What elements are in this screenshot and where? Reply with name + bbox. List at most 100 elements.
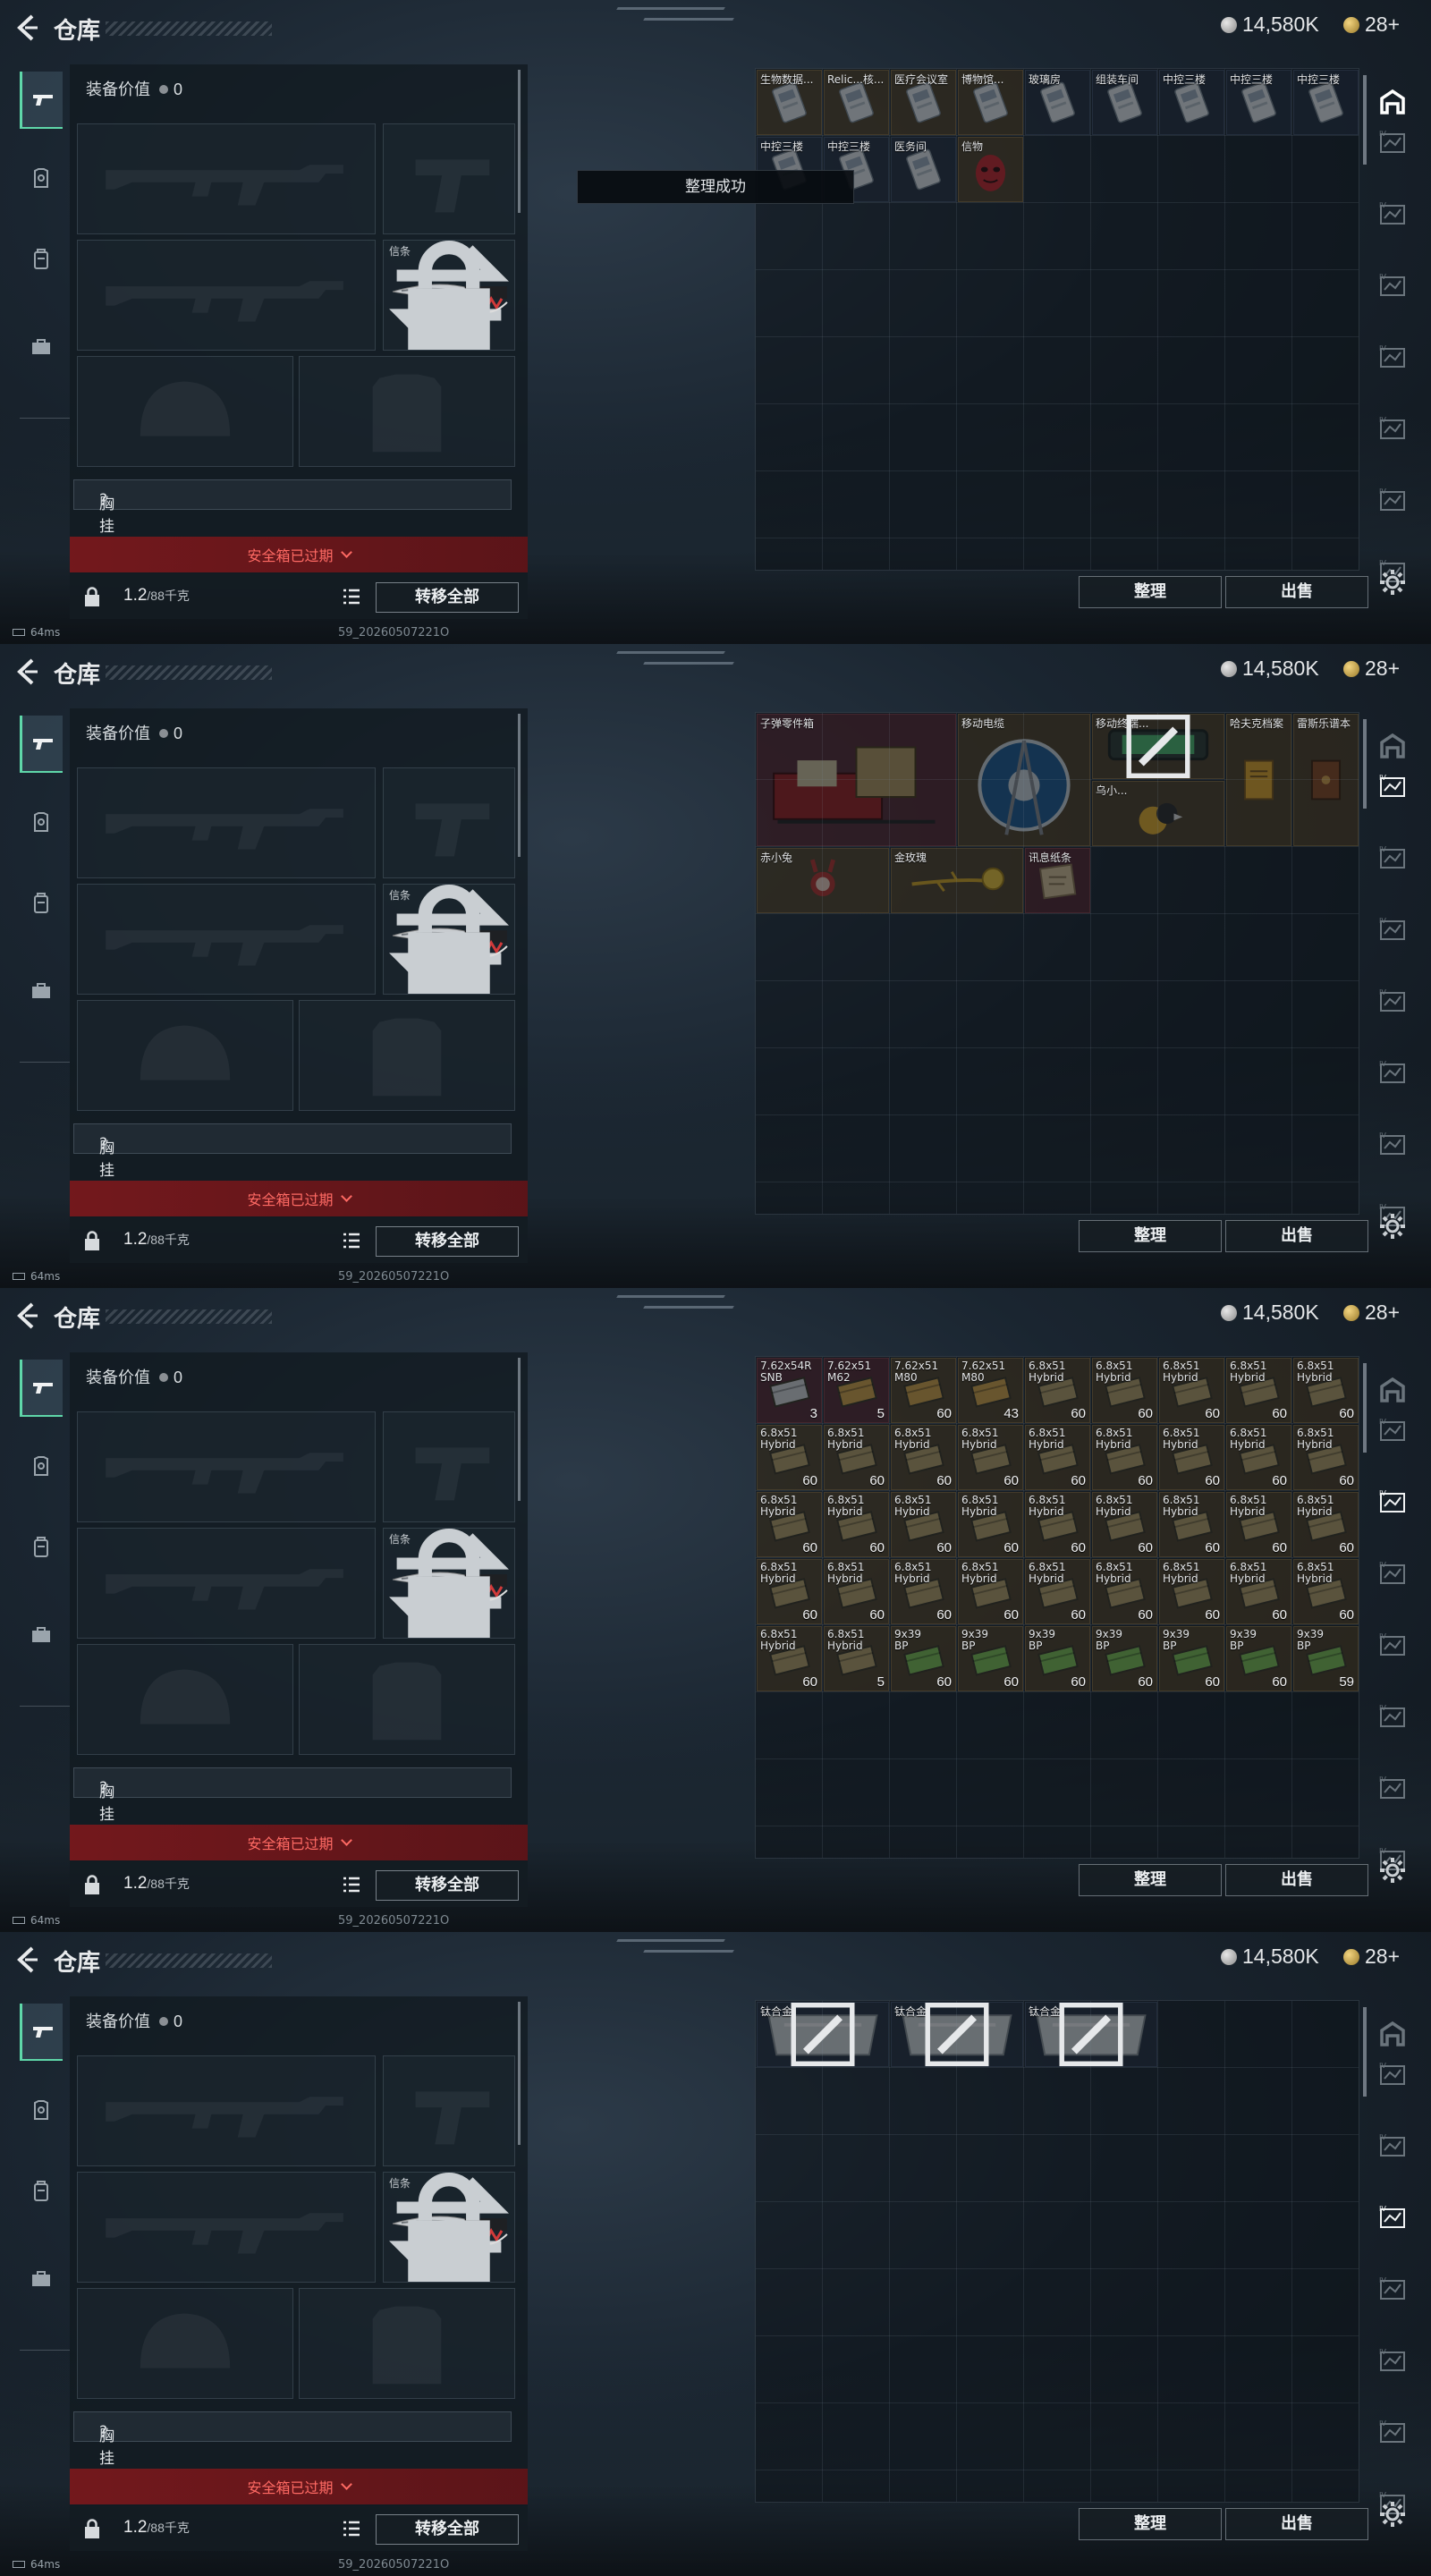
melee-slot[interactable]: 信条 [383, 884, 515, 995]
helmet-slot[interactable] [77, 1644, 293, 1755]
equipment-scrollbar[interactable] [518, 1358, 521, 1501]
tab-storage-page-5[interactable]: IV [1374, 2345, 1411, 2379]
settings-gear-icon[interactable] [1377, 1211, 1408, 1241]
tab-all-items[interactable] [1374, 1374, 1411, 1408]
safe-box-expired-bar[interactable]: 安全箱已过期 [70, 537, 528, 572]
warehouse-scrollbar[interactable] [1363, 2007, 1367, 2097]
tab-storage-page-4[interactable]: IV [1374, 342, 1411, 376]
move-all-button[interactable]: 转移全部 [376, 1870, 519, 1901]
tab-storage-page-6[interactable]: IV [1374, 485, 1411, 519]
tab-armor[interactable] [20, 1438, 63, 1496]
tab-case[interactable] [20, 1606, 63, 1664]
safe-box-expired-bar[interactable]: 安全箱已过期 [70, 1181, 528, 1216]
tab-storage-page-5[interactable]: IV [1374, 1057, 1411, 1091]
tab-storage-page-1[interactable]: IV [1374, 127, 1411, 161]
tab-storage-page-2[interactable]: IV [1374, 199, 1411, 233]
body-armor-slot[interactable] [299, 356, 515, 467]
tab-all-items[interactable] [1374, 86, 1411, 120]
tab-case[interactable] [20, 318, 63, 376]
tab-backpack[interactable] [20, 1519, 63, 1576]
equipment-scrollbar[interactable] [518, 714, 521, 857]
back-button[interactable] [13, 1301, 39, 1331]
tab-all-items[interactable] [1374, 730, 1411, 764]
tab-backpack[interactable] [20, 231, 63, 288]
sort-button[interactable]: 整理 [1079, 2508, 1222, 2540]
chest-rig-slot[interactable]: 胸挂 ? [73, 1123, 512, 1180]
sidearm-slot[interactable] [383, 2055, 515, 2166]
list-view-icon[interactable] [340, 2517, 363, 2540]
chest-rig-slot[interactable]: 胸挂 ? [73, 1767, 512, 1824]
tab-backpack[interactable] [20, 2163, 63, 2220]
tab-storage-page-3[interactable]: IV [1374, 270, 1411, 304]
tab-storage-page-5[interactable]: IV [1374, 413, 1411, 447]
tab-weapons[interactable] [20, 72, 63, 129]
tab-storage-page-2[interactable]: IV [1374, 1487, 1411, 1521]
melee-slot[interactable]: 信条 [383, 1528, 515, 1639]
tab-storage-page-3[interactable]: IV [1374, 914, 1411, 948]
tab-storage-page-6[interactable]: IV [1374, 1129, 1411, 1163]
tab-storage-page-4[interactable]: IV [1374, 986, 1411, 1020]
sell-button[interactable]: 出售 [1225, 1220, 1368, 1252]
back-button[interactable] [13, 1945, 39, 1975]
tab-armor[interactable] [20, 150, 63, 208]
list-view-icon[interactable] [340, 1873, 363, 1896]
tab-storage-page-6[interactable]: IV [1374, 2417, 1411, 2451]
sell-button[interactable]: 出售 [1225, 2508, 1368, 2540]
move-all-button[interactable]: 转移全部 [376, 1226, 519, 1257]
safe-box-expired-bar[interactable]: 安全箱已过期 [70, 2469, 528, 2504]
helmet-slot[interactable] [77, 356, 293, 467]
body-armor-slot[interactable] [299, 2288, 515, 2399]
tab-case[interactable] [20, 2250, 63, 2308]
back-button[interactable] [13, 657, 39, 687]
tab-storage-page-2[interactable]: IV [1374, 843, 1411, 877]
primary-weapon-slot[interactable] [77, 767, 376, 878]
tab-weapons[interactable] [20, 716, 63, 773]
warehouse-scrollbar[interactable] [1363, 75, 1367, 165]
melee-slot[interactable]: 信条 [383, 240, 515, 351]
sort-button[interactable]: 整理 [1079, 1220, 1222, 1252]
move-all-button[interactable]: 转移全部 [376, 2514, 519, 2545]
settings-gear-icon[interactable] [1377, 567, 1408, 597]
list-view-icon[interactable] [340, 1229, 363, 1252]
sort-button[interactable]: 整理 [1079, 576, 1222, 608]
sidearm-slot[interactable] [383, 767, 515, 878]
safe-box-expired-bar[interactable]: 安全箱已过期 [70, 1825, 528, 1860]
tab-storage-page-3[interactable]: IV [1374, 1558, 1411, 1592]
inventory-item[interactable]: 钛合金 [1025, 2002, 1157, 2067]
inventory-item[interactable]: 移动终端... [1092, 714, 1224, 779]
settings-gear-icon[interactable] [1377, 1855, 1408, 1885]
sell-button[interactable]: 出售 [1225, 1864, 1368, 1896]
tab-armor[interactable] [20, 794, 63, 852]
inventory-item[interactable]: 钛合金 [757, 2002, 889, 2067]
tab-weapons[interactable] [20, 1360, 63, 1417]
warehouse-scrollbar[interactable] [1363, 1363, 1367, 1453]
primary-weapon-slot[interactable] [77, 1411, 376, 1522]
chest-rig-slot[interactable]: 胸挂 ? [73, 2411, 512, 2468]
inventory-item[interactable]: 钛合金 [891, 2002, 1023, 2067]
secondary-weapon-slot[interactable] [77, 240, 376, 351]
sidearm-slot[interactable] [383, 123, 515, 234]
primary-weapon-slot[interactable] [77, 123, 376, 234]
helmet-slot[interactable] [77, 1000, 293, 1111]
chest-rig-slot[interactable]: 胸挂 ? [73, 479, 512, 536]
move-all-button[interactable]: 转移全部 [376, 582, 519, 613]
tab-storage-page-1[interactable]: IV [1374, 1415, 1411, 1449]
secondary-weapon-slot[interactable] [77, 1528, 376, 1639]
helmet-slot[interactable] [77, 2288, 293, 2399]
equipment-scrollbar[interactable] [518, 2002, 521, 2145]
tab-storage-page-5[interactable]: IV [1374, 1701, 1411, 1735]
tab-all-items[interactable] [1374, 2018, 1411, 2052]
list-view-icon[interactable] [340, 585, 363, 608]
tab-storage-page-1[interactable]: IV [1374, 2059, 1411, 2093]
tab-weapons[interactable] [20, 2004, 63, 2061]
secondary-weapon-slot[interactable] [77, 2172, 376, 2283]
tab-armor[interactable] [20, 2082, 63, 2140]
tab-storage-page-6[interactable]: IV [1374, 1773, 1411, 1807]
tab-storage-page-4[interactable]: IV [1374, 1630, 1411, 1664]
warehouse-scrollbar[interactable] [1363, 719, 1367, 809]
tab-storage-page-4[interactable]: IV [1374, 2274, 1411, 2308]
sidearm-slot[interactable] [383, 1411, 515, 1522]
melee-slot[interactable]: 信条 [383, 2172, 515, 2283]
tab-storage-page-3[interactable]: IV [1374, 2202, 1411, 2236]
sort-button[interactable]: 整理 [1079, 1864, 1222, 1896]
